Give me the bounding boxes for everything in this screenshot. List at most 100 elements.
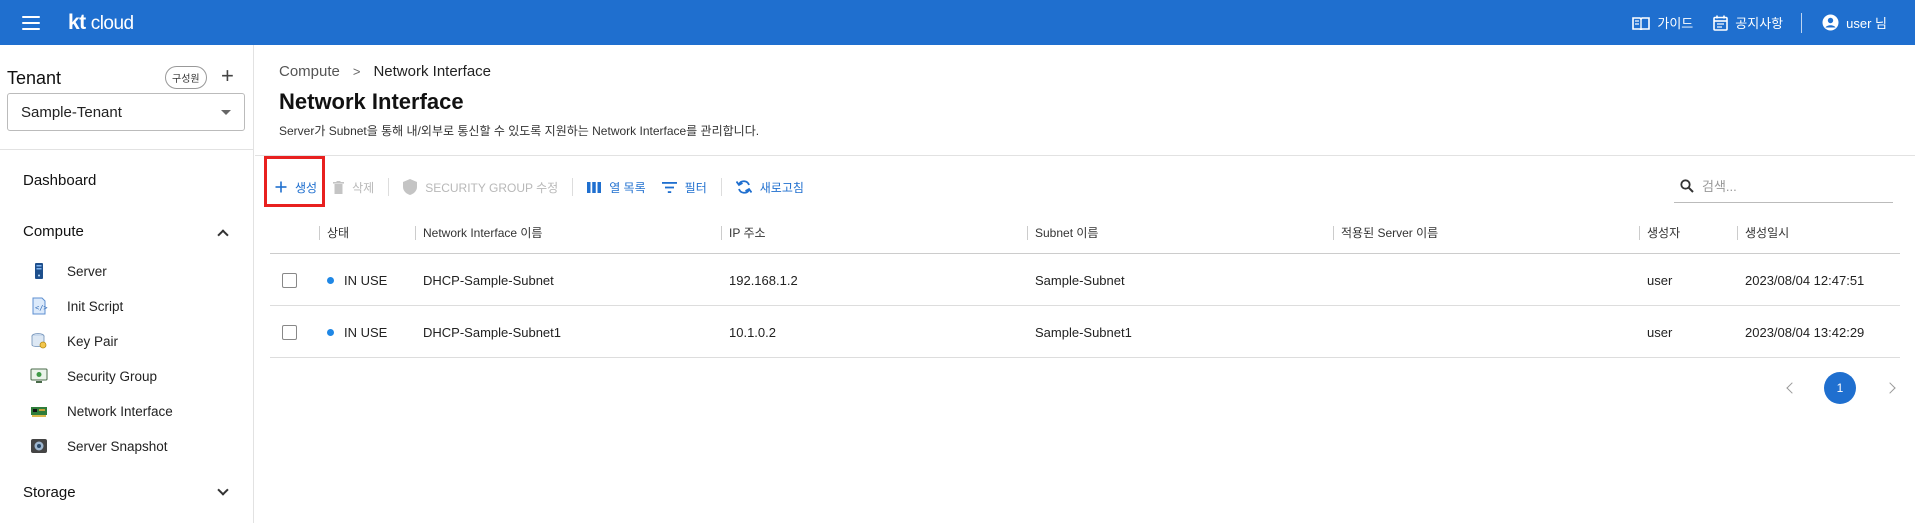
column-header-label: IP 주소: [729, 226, 766, 240]
search-input[interactable]: [1702, 178, 1882, 194]
network-interface-table: 상태 Network Interface 이름 IP 주소 Subnet 이름 …: [270, 211, 1900, 358]
main-content: Compute > Network Interface Network Inte…: [255, 45, 1915, 523]
table-row[interactable]: IN USE DHCP-Sample-Subnet1 10.1.0.2 Samp…: [270, 306, 1900, 358]
sidebar-item-security-group[interactable]: Security Group: [30, 364, 240, 388]
sidebar: Tenant 구성원 + Sample-Tenant Dashboard Com…: [0, 45, 254, 523]
column-header-creator[interactable]: 생성자: [1639, 211, 1680, 254]
refresh-icon: [735, 180, 752, 194]
row-checkbox[interactable]: [282, 272, 297, 288]
chevron-up-icon[interactable]: [217, 229, 229, 241]
sidebar-item-label: Security Group: [67, 368, 158, 384]
logo-kt-text: kt: [68, 10, 86, 34]
column-header-name[interactable]: Network Interface 이름: [415, 211, 542, 254]
create-button[interactable]: 생성: [267, 172, 325, 202]
book-icon: [1632, 16, 1651, 30]
toolbar-divider: [720, 178, 722, 196]
guide-link[interactable]: 가이드: [1632, 13, 1693, 32]
notice-link[interactable]: 공지사항: [1713, 13, 1783, 32]
key-pair-icon: [31, 333, 47, 349]
column-header-server[interactable]: 적용된 Server 이름: [1333, 211, 1438, 254]
security-group-icon: [30, 368, 48, 383]
snapshot-icon: [31, 439, 47, 453]
edit-security-group-button[interactable]: SECURITY GROUP 수정: [395, 172, 566, 202]
chevron-down-icon[interactable]: [217, 484, 229, 496]
toolbar-divider: [388, 178, 390, 196]
sidebar-item-server-snapshot[interactable]: Server Snapshot: [30, 434, 240, 458]
plus-icon: [275, 181, 287, 193]
dropdown-arrow-icon: [221, 110, 231, 115]
script-icon: </>: [32, 297, 48, 315]
search-box[interactable]: [1674, 170, 1893, 203]
chevron-right-icon[interactable]: [1884, 382, 1896, 394]
columns-label: 열 목록: [609, 180, 646, 195]
sidebar-item-key-pair[interactable]: Key Pair: [30, 329, 240, 353]
name-cell: DHCP-Sample-Subnet: [423, 272, 554, 288]
breadcrumb-compute[interactable]: Compute: [279, 63, 340, 80]
create-label: 생성: [295, 180, 318, 195]
column-header-ip[interactable]: IP 주소: [721, 211, 766, 254]
column-header-created[interactable]: 생성일시: [1737, 211, 1789, 254]
table-row[interactable]: IN USE DHCP-Sample-Subnet 192.168.1.2 Sa…: [270, 254, 1900, 306]
user-label: user 님: [1846, 16, 1887, 31]
notice-label: 공지사항: [1735, 16, 1784, 31]
user-menu[interactable]: user 님: [1822, 13, 1887, 32]
page-number-button[interactable]: 1: [1824, 372, 1856, 404]
chevron-left-icon[interactable]: [1786, 382, 1798, 394]
columns-button[interactable]: 열 목록: [579, 172, 653, 202]
menu-icon[interactable]: [22, 15, 40, 30]
sidebar-item-dashboard[interactable]: Dashboard: [23, 172, 96, 189]
created-cell: 2023/08/04 12:47:51: [1745, 272, 1865, 288]
account-circle-icon: [1822, 14, 1839, 31]
status-cell: IN USE: [344, 324, 388, 340]
refresh-button[interactable]: 새로고침: [728, 172, 812, 202]
filter-icon: [661, 181, 677, 193]
breadcrumb-separator: >: [352, 64, 361, 79]
filter-label: 필터: [684, 180, 707, 195]
page-title: Network Interface: [279, 89, 464, 114]
column-header-label: 적용된 Server 이름: [1341, 226, 1439, 240]
sidebar-section-storage[interactable]: Storage: [23, 484, 76, 501]
column-header-status[interactable]: 상태: [319, 211, 349, 254]
delete-label: 삭제: [352, 180, 375, 195]
kt-cloud-logo[interactable]: kt cloud: [68, 11, 134, 35]
row-checkbox[interactable]: [282, 324, 297, 340]
filter-button[interactable]: 필터: [654, 172, 715, 202]
network-card-icon: [31, 407, 47, 417]
name-cell: DHCP-Sample-Subnet1: [423, 324, 562, 340]
breadcrumb: Compute > Network Interface: [279, 63, 491, 80]
created-cell: 2023/08/04 13:42:29: [1745, 324, 1865, 340]
sidebar-item-label: Init Script: [67, 298, 124, 314]
subnet-cell: Sample-Subnet1: [1035, 324, 1132, 340]
edit-security-group-label: SECURITY GROUP 수정: [425, 180, 559, 195]
creator-cell: user: [1647, 324, 1673, 340]
sidebar-item-label: Key Pair: [67, 333, 119, 349]
header-divider: [255, 155, 1915, 156]
columns-icon: [587, 181, 602, 193]
status-dot-icon: [327, 328, 334, 336]
sidebar-item-label: Server: [67, 263, 107, 279]
sidebar-item-server[interactable]: Server: [30, 259, 240, 283]
column-header-subnet[interactable]: Subnet 이름: [1027, 211, 1098, 254]
status-cell: IN USE: [344, 272, 388, 288]
guide-label: 가이드: [1657, 16, 1694, 31]
sidebar-item-network-interface[interactable]: Network Interface: [30, 399, 240, 423]
members-button[interactable]: 구성원: [165, 66, 207, 89]
delete-button[interactable]: 삭제: [325, 172, 382, 202]
ip-cell: 10.1.0.2: [729, 324, 776, 340]
top-bar: kt cloud 가이드 공지사항 user 님: [0, 0, 1915, 45]
sidebar-item-init-script[interactable]: </> Init Script: [30, 294, 240, 318]
subnet-cell: Sample-Subnet: [1035, 272, 1125, 288]
calendar-icon: [1713, 15, 1729, 31]
sidebar-section-compute[interactable]: Compute: [23, 223, 84, 240]
column-header-label: Subnet 이름: [1035, 226, 1099, 240]
column-header-label: 상태: [327, 226, 350, 240]
tenant-select[interactable]: Sample-Tenant: [7, 93, 245, 131]
creator-cell: user: [1647, 272, 1673, 288]
header-divider: [1801, 12, 1803, 33]
column-header-label: 생성일시: [1745, 226, 1790, 240]
table-header: 상태 Network Interface 이름 IP 주소 Subnet 이름 …: [270, 211, 1900, 254]
pagination: 1: [1786, 372, 1896, 404]
refresh-label: 새로고침: [759, 180, 804, 195]
shield-icon: [403, 179, 418, 195]
add-tenant-button[interactable]: +: [221, 64, 234, 88]
